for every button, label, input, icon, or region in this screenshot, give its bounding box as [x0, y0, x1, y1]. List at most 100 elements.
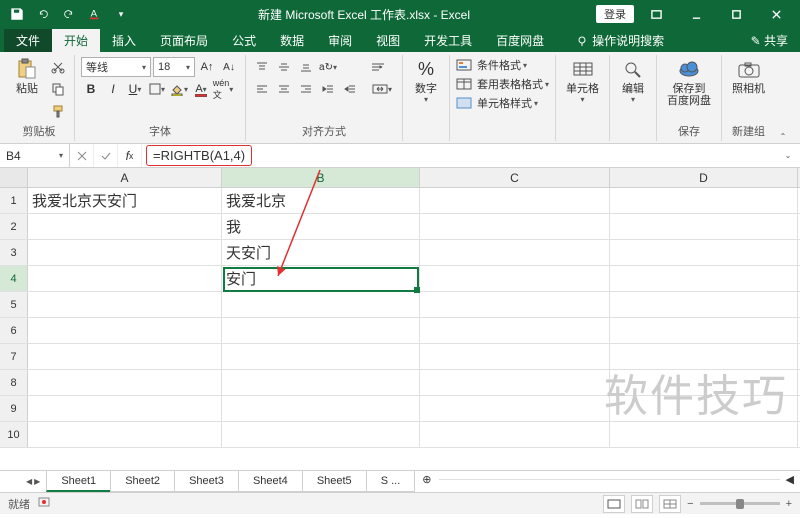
cell-B6[interactable]	[222, 318, 420, 343]
camera-button[interactable]: 照相机	[728, 55, 769, 97]
cell-A4[interactable]	[28, 266, 222, 291]
cut-icon[interactable]	[48, 57, 68, 77]
expand-formula-bar-icon[interactable]: ⌄	[776, 144, 800, 167]
cancel-formula-icon[interactable]	[70, 144, 94, 167]
ribbon-display-icon[interactable]	[638, 2, 674, 26]
cell-D1[interactable]	[610, 188, 798, 213]
worksheet-grid[interactable]: ABCD 1我爱北京天安门我爱北京2我3天安门4安门5678910 软件技巧	[0, 168, 800, 470]
tab-data[interactable]: 数据	[268, 29, 316, 52]
cell-A7[interactable]	[28, 344, 222, 369]
font-name-dropdown[interactable]: 等线▾	[81, 57, 151, 77]
merge-center-icon[interactable]: ▾	[368, 79, 396, 99]
collapse-ribbon-icon[interactable]: ⌃	[775, 55, 791, 141]
cell-A2[interactable]	[28, 214, 222, 239]
cell-B9[interactable]	[222, 396, 420, 421]
share-button[interactable]: ✎ 共享	[739, 29, 800, 52]
cell-C7[interactable]	[420, 344, 610, 369]
cell-C8[interactable]	[420, 370, 610, 395]
cell-D3[interactable]	[610, 240, 798, 265]
decrease-indent-icon[interactable]	[318, 79, 338, 99]
sheet-more-indicator[interactable]: S ...	[366, 471, 416, 492]
align-center-icon[interactable]	[274, 79, 294, 99]
conditional-format-button[interactable]: 条件格式▾	[456, 57, 549, 73]
tell-me-search[interactable]: 操作说明搜索	[564, 29, 676, 52]
row-header-7[interactable]: 7	[0, 344, 28, 369]
zoom-slider[interactable]	[700, 502, 780, 505]
row-header-9[interactable]: 9	[0, 396, 28, 421]
cell-B8[interactable]	[222, 370, 420, 395]
tab-developer[interactable]: 开发工具	[412, 29, 484, 52]
cell-D2[interactable]	[610, 214, 798, 239]
orientation-icon[interactable]: a↻▾	[318, 57, 338, 77]
cell-C9[interactable]	[420, 396, 610, 421]
cell-C5[interactable]	[420, 292, 610, 317]
cell-D4[interactable]	[610, 266, 798, 291]
sheet-tab-sheet1[interactable]: Sheet1	[46, 471, 111, 492]
editing-button[interactable]: 编辑▾	[616, 55, 650, 106]
zoom-in-icon[interactable]: +	[786, 498, 792, 510]
page-break-view-icon[interactable]	[659, 495, 681, 513]
macro-record-icon[interactable]	[38, 496, 50, 511]
cells-button[interactable]: 单元格▾	[562, 55, 603, 106]
qat-dropdown-icon[interactable]: ▾	[110, 3, 132, 25]
insert-function-icon[interactable]: fx	[118, 144, 142, 167]
cell-D5[interactable]	[610, 292, 798, 317]
column-header-B[interactable]: B	[222, 168, 420, 187]
sheet-tab-sheet3[interactable]: Sheet3	[174, 471, 239, 492]
sheet-nav-prev-icon[interactable]: ◀	[26, 477, 32, 486]
fill-color-icon[interactable]: ▾	[169, 79, 189, 99]
underline-icon[interactable]: U▾	[125, 79, 145, 99]
cell-C10[interactable]	[420, 422, 610, 447]
align-bottom-icon[interactable]	[296, 57, 316, 77]
cell-C4[interactable]	[420, 266, 610, 291]
font-color-icon[interactable]: A▾	[191, 79, 211, 99]
column-header-C[interactable]: C	[420, 168, 610, 187]
name-box[interactable]: B4▾	[0, 144, 70, 167]
tab-page-layout[interactable]: 页面布局	[148, 29, 220, 52]
cell-A9[interactable]	[28, 396, 222, 421]
row-header-4[interactable]: 4	[0, 266, 28, 291]
sheet-tab-sheet2[interactable]: Sheet2	[110, 471, 175, 492]
phonetic-icon[interactable]: wén文▾	[213, 79, 233, 99]
border-icon[interactable]: ▾	[147, 79, 167, 99]
cell-A10[interactable]	[28, 422, 222, 447]
row-header-6[interactable]: 6	[0, 318, 28, 343]
cell-B7[interactable]	[222, 344, 420, 369]
select-all-corner[interactable]	[0, 168, 28, 187]
row-header-3[interactable]: 3	[0, 240, 28, 265]
increase-font-icon[interactable]: A↑	[197, 57, 217, 77]
cell-A5[interactable]	[28, 292, 222, 317]
cell-C2[interactable]	[420, 214, 610, 239]
cell-A8[interactable]	[28, 370, 222, 395]
cell-D6[interactable]	[610, 318, 798, 343]
tab-review[interactable]: 审阅	[316, 29, 364, 52]
tab-view[interactable]: 视图	[364, 29, 412, 52]
tab-insert[interactable]: 插入	[100, 29, 148, 52]
paste-button[interactable]: 粘贴	[10, 55, 44, 97]
decrease-font-icon[interactable]: A↓	[219, 57, 239, 77]
row-header-1[interactable]: 1	[0, 188, 28, 213]
cell-styles-button[interactable]: 单元格样式▾	[456, 95, 549, 111]
normal-view-icon[interactable]	[603, 495, 625, 513]
cell-D7[interactable]	[610, 344, 798, 369]
cell-D9[interactable]	[610, 396, 798, 421]
format-as-table-button[interactable]: 套用表格格式▾	[456, 76, 549, 92]
font-size-dropdown[interactable]: 18▾	[153, 57, 195, 77]
zoom-out-icon[interactable]: −	[687, 498, 693, 510]
sheet-nav-next-icon[interactable]: ▶	[34, 477, 40, 486]
cell-A3[interactable]	[28, 240, 222, 265]
tab-file[interactable]: 文件	[4, 29, 52, 52]
cell-B5[interactable]	[222, 292, 420, 317]
row-header-5[interactable]: 5	[0, 292, 28, 317]
cell-C6[interactable]	[420, 318, 610, 343]
format-painter-icon[interactable]	[48, 101, 68, 121]
new-sheet-icon[interactable]: ⊕	[414, 471, 439, 492]
align-right-icon[interactable]	[296, 79, 316, 99]
row-header-10[interactable]: 10	[0, 422, 28, 447]
close-icon[interactable]	[758, 2, 794, 26]
page-layout-view-icon[interactable]	[631, 495, 653, 513]
number-format-button[interactable]: %数字▾	[409, 55, 443, 106]
cell-D10[interactable]	[610, 422, 798, 447]
align-top-icon[interactable]	[252, 57, 272, 77]
row-header-8[interactable]: 8	[0, 370, 28, 395]
